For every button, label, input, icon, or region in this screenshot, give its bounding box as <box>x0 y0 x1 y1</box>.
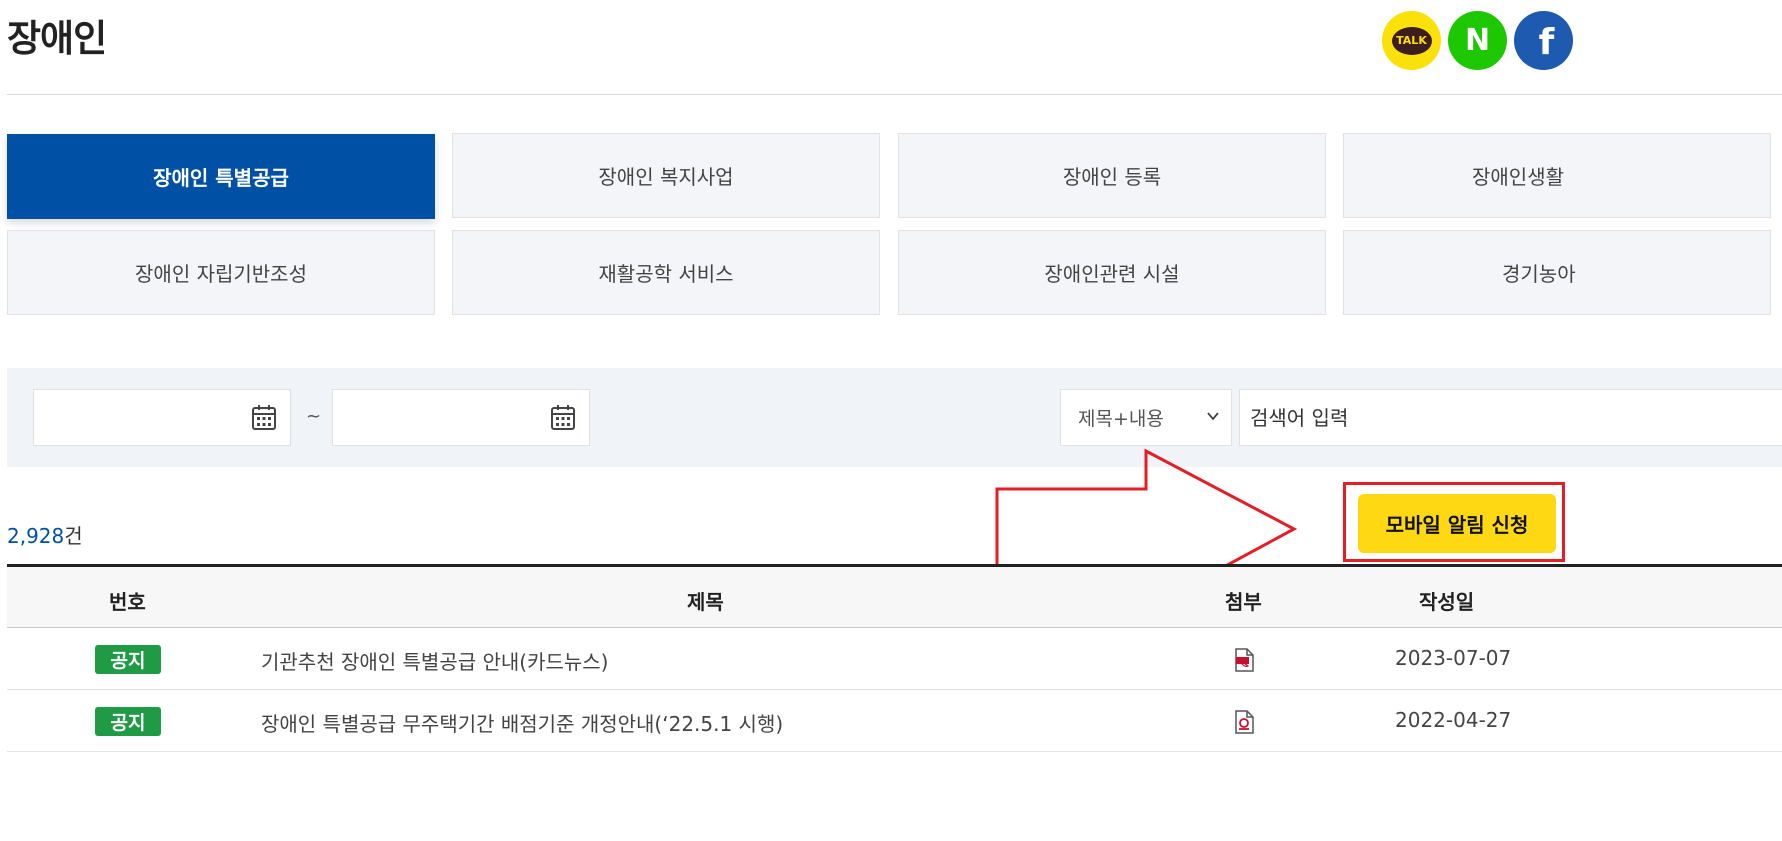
tab-daily-life[interactable]: 장애인생활 <box>1343 133 1771 218</box>
column-header-title: 제목 <box>687 590 724 614</box>
post-date: 2023-07-07 <box>1395 646 1512 670</box>
calendar-icon[interactable] <box>251 404 277 431</box>
kakao-talk-icon: TALK <box>1391 26 1432 55</box>
hwp-file-icon[interactable] <box>1233 710 1255 734</box>
table-row[interactable]: 공지 장애인 특별공급 무주택기간 배점기준 개정안내(‘22.5.1 시행) … <box>7 690 1782 752</box>
tab-label: 장애인 등록 <box>1062 165 1162 189</box>
notice-badge: 공지 <box>95 645 161 674</box>
search-scope-value: 제목+내용 <box>1078 408 1164 430</box>
search-input[interactable] <box>1239 389 1782 446</box>
page-title: 장애인 <box>7 17 107 60</box>
column-header-attach: 첨부 <box>1225 590 1262 614</box>
end-date-field[interactable] <box>332 389 590 446</box>
result-count: 2,928건 <box>7 520 83 549</box>
notice-table: 번호 제목 첨부 작성일 공지 기관추천 장애인 특별공급 안내(카드뉴스) 2… <box>7 564 1782 752</box>
tab-label: 장애인 특별공급 <box>153 166 289 190</box>
tab-label: 경기농아 <box>1502 262 1576 286</box>
pdf-file-icon[interactable] <box>1233 648 1255 672</box>
title-divider <box>7 94 1782 95</box>
search-scope-select[interactable]: 제목+내용 <box>1060 389 1232 446</box>
tab-registration[interactable]: 장애인 등록 <box>898 133 1326 218</box>
table-header: 번호 제목 첨부 작성일 <box>7 564 1782 628</box>
tab-self-reliance[interactable]: 장애인 자립기반조성 <box>7 230 435 315</box>
tab-gyeonggi-deaf[interactable]: 경기농아 <box>1343 230 1771 315</box>
post-title-link[interactable]: 기관추천 장애인 특별공급 안내(카드뉴스) <box>261 646 608 675</box>
notice-badge: 공지 <box>95 707 161 736</box>
tab-label: 재활공학 서비스 <box>598 262 734 286</box>
calendar-icon[interactable] <box>550 404 576 431</box>
column-header-no: 번호 <box>109 590 146 614</box>
tab-welfare-program[interactable]: 장애인 복지사업 <box>452 133 880 218</box>
facebook-share-button[interactable]: f <box>1514 11 1573 70</box>
mobile-alert-button[interactable]: 모바일 알림 신청 <box>1358 494 1556 553</box>
tab-rehab-engineering[interactable]: 재활공학 서비스 <box>452 230 880 315</box>
start-date-field[interactable] <box>33 389 291 446</box>
tab-related-facilities[interactable]: 장애인관련 시설 <box>898 230 1326 315</box>
tab-label: 장애인 자립기반조성 <box>135 262 307 286</box>
naver-share-button[interactable]: N <box>1448 11 1507 70</box>
kakao-share-button[interactable]: TALK <box>1382 11 1441 70</box>
facebook-icon: f <box>1538 22 1555 63</box>
search-panel: ~ 제목+내용 <box>7 368 1782 467</box>
tab-label: 장애인생활 <box>1472 165 1564 189</box>
date-range-separator: ~ <box>306 406 322 427</box>
column-header-date: 작성일 <box>1419 590 1475 614</box>
table-row[interactable]: 공지 기관추천 장애인 특별공급 안내(카드뉴스) 2023-07-07 <box>7 628 1782 690</box>
result-count-unit: 건 <box>64 524 83 548</box>
tab-label: 장애인 복지사업 <box>598 165 734 189</box>
tab-special-supply[interactable]: 장애인 특별공급 <box>7 134 435 219</box>
tab-label: 장애인관련 시설 <box>1044 262 1180 286</box>
result-count-number: 2,928 <box>7 524 65 548</box>
naver-icon: N <box>1464 23 1491 58</box>
post-title-link[interactable]: 장애인 특별공급 무주택기간 배점기준 개정안내(‘22.5.1 시행) <box>261 708 783 737</box>
post-date: 2022-04-27 <box>1395 708 1512 732</box>
chevron-down-icon <box>1207 412 1219 421</box>
